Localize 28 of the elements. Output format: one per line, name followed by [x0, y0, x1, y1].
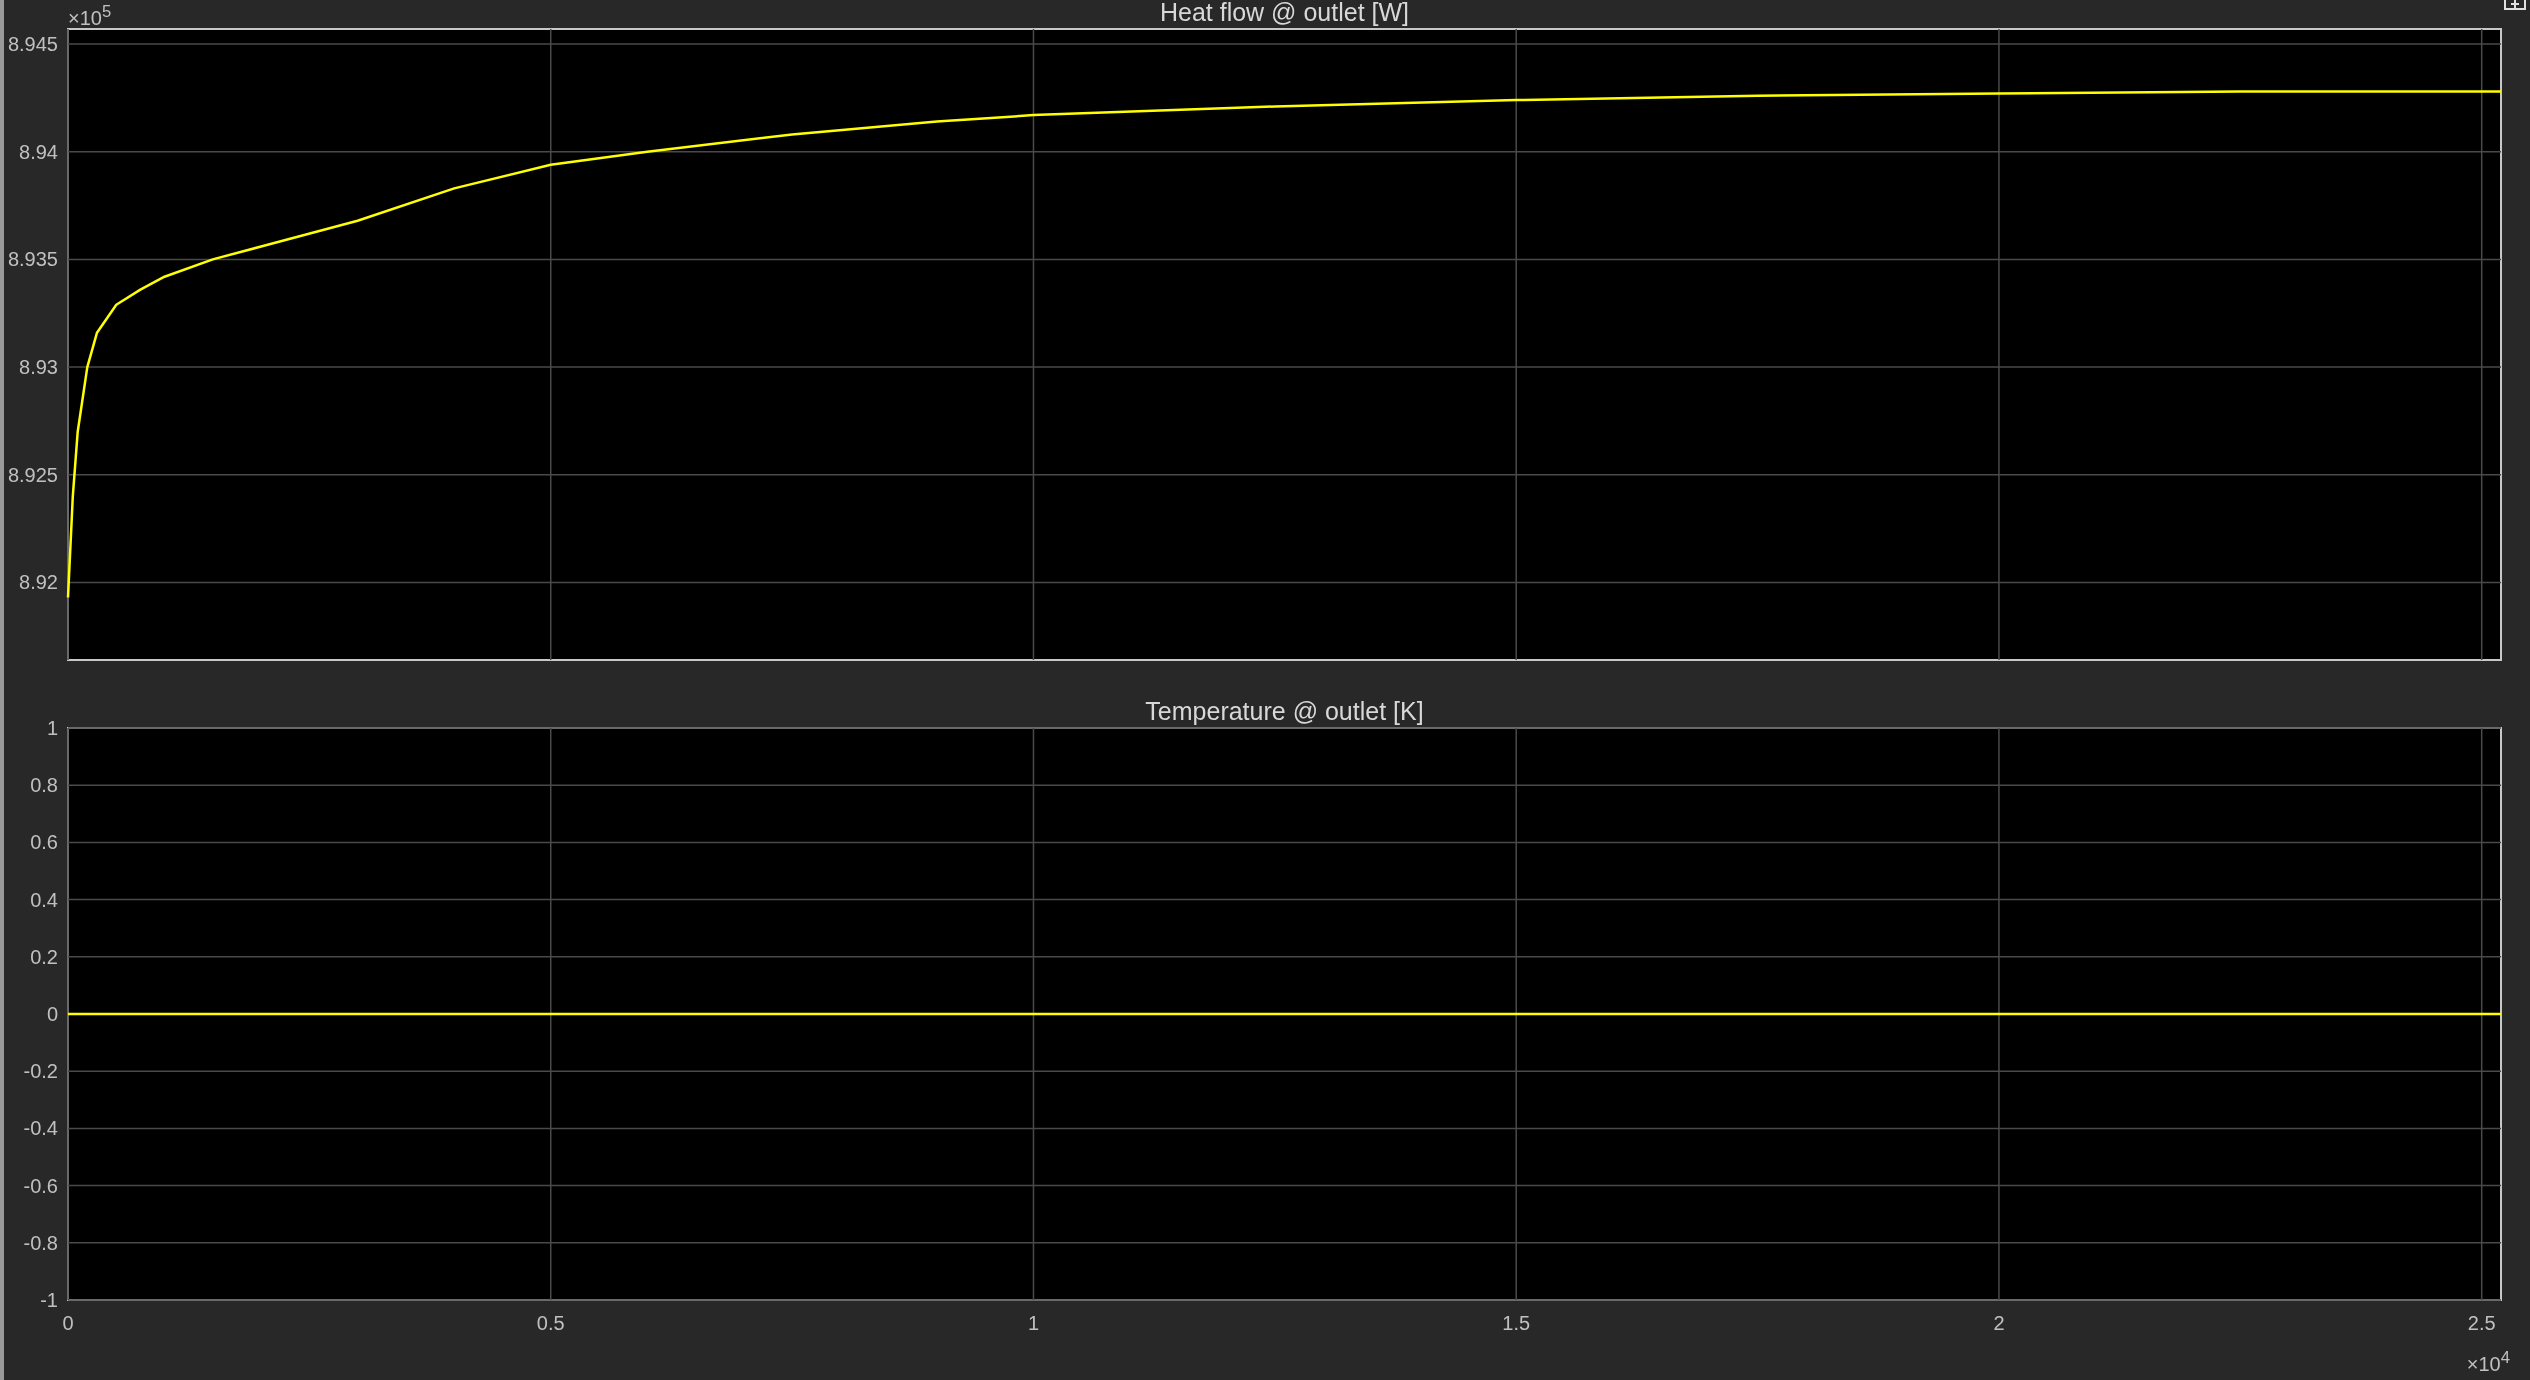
x-tick-label: 1.5 — [1502, 1312, 1531, 1334]
y-tick-label: 0 — [46, 1003, 58, 1025]
x-tick-label: 2 — [1993, 1312, 2005, 1334]
y-tick-label: 0.2 — [30, 945, 58, 968]
y-tick-label: 1 — [46, 717, 58, 739]
axis-multiplier: ×10$^{5}$ — [68, 4, 112, 28]
chart-title: Heat flow @ outlet [W] — [1159, 0, 1410, 26]
x-tick-label: 2.5 — [2467, 1312, 2496, 1334]
y-tick-label: 0.6 — [30, 831, 58, 854]
y-tick-label: 8.945 — [7, 33, 58, 56]
y-tick-label: 8.94 — [19, 140, 58, 163]
y-tick-label: 8.925 — [7, 463, 58, 486]
y-tick-label: 8.935 — [7, 248, 58, 271]
chart-title: Temperature @ outlet [K] — [1145, 700, 1424, 725]
window-icon[interactable] — [2504, 0, 2526, 10]
y-tick-label: -1 — [40, 1289, 58, 1311]
y-tick-label: 8.92 — [19, 571, 58, 594]
y-tick-label: 0.8 — [30, 774, 58, 797]
y-tick-label: -0.2 — [23, 1060, 58, 1083]
y-tick-label: -0.4 — [23, 1117, 58, 1140]
axis-multiplier: ×10$^{4}$ — [2466, 1350, 2510, 1374]
y-tick-label: -0.6 — [23, 1174, 58, 1197]
y-tick-label: -0.8 — [23, 1231, 58, 1254]
y-tick-label: 8.93 — [19, 356, 58, 379]
x-tick-label: 0 — [62, 1312, 74, 1334]
x-tick-label: 1 — [1027, 1312, 1040, 1334]
x-tick-label: 0.5 — [536, 1312, 565, 1334]
y-tick-label: 0.4 — [30, 888, 58, 911]
